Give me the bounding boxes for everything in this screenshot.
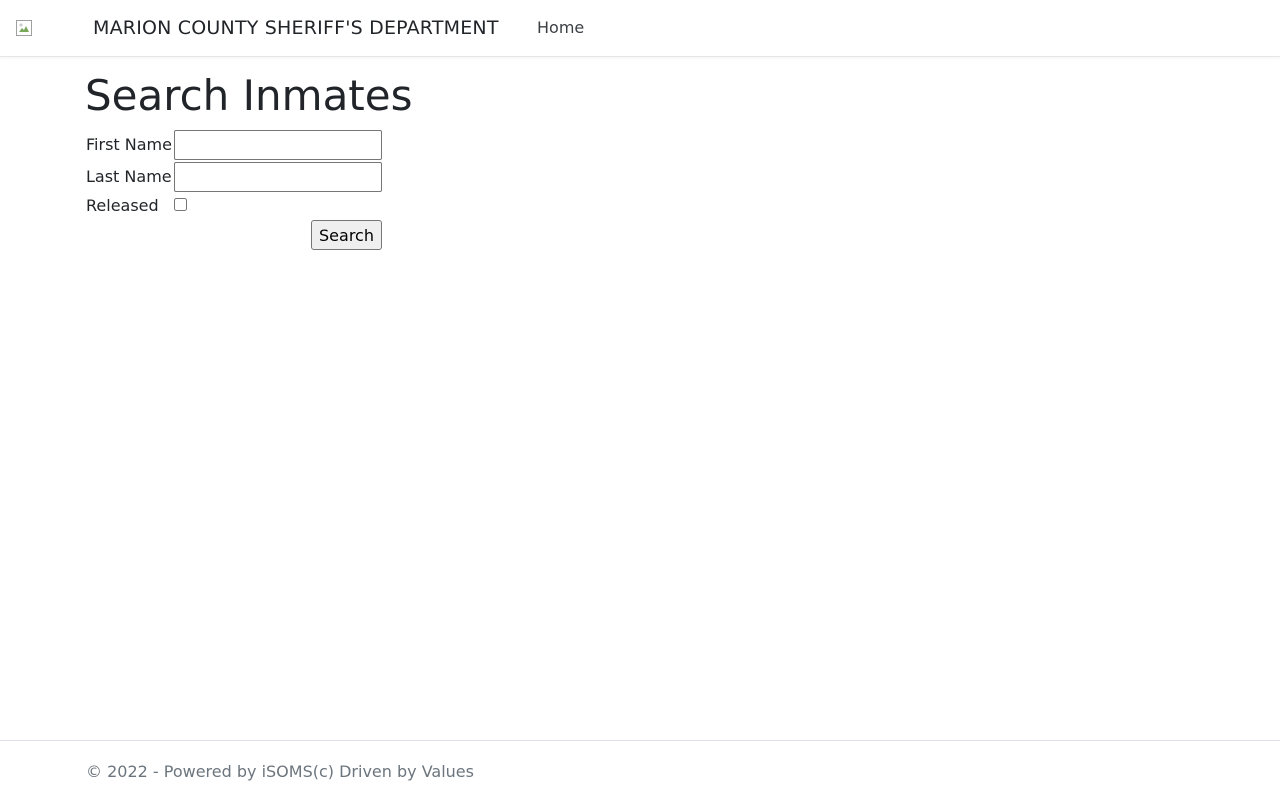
first-name-input[interactable] (174, 130, 382, 160)
top-navbar: MARION COUNTY SHERIFF'S DEPARTMENT Home (0, 0, 1280, 57)
nav-home-link[interactable]: Home (537, 17, 584, 39)
page-title: Search Inmates (85, 71, 413, 120)
search-button[interactable]: Search (311, 220, 382, 250)
brand-link[interactable]: MARION COUNTY SHERIFF'S DEPARTMENT (93, 15, 499, 41)
footer: © 2022 - Powered by iSOMS(c) Driven by V… (0, 740, 1280, 801)
last-name-input[interactable] (174, 162, 382, 192)
broken-image-icon[interactable] (16, 20, 32, 36)
released-label: Released (86, 196, 159, 215)
released-checkbox[interactable] (174, 198, 187, 211)
last-name-label: Last Name (86, 167, 172, 186)
first-name-label: First Name (86, 135, 172, 154)
footer-copyright: © 2022 - Powered by iSOMS(c) Driven by V… (86, 762, 474, 781)
